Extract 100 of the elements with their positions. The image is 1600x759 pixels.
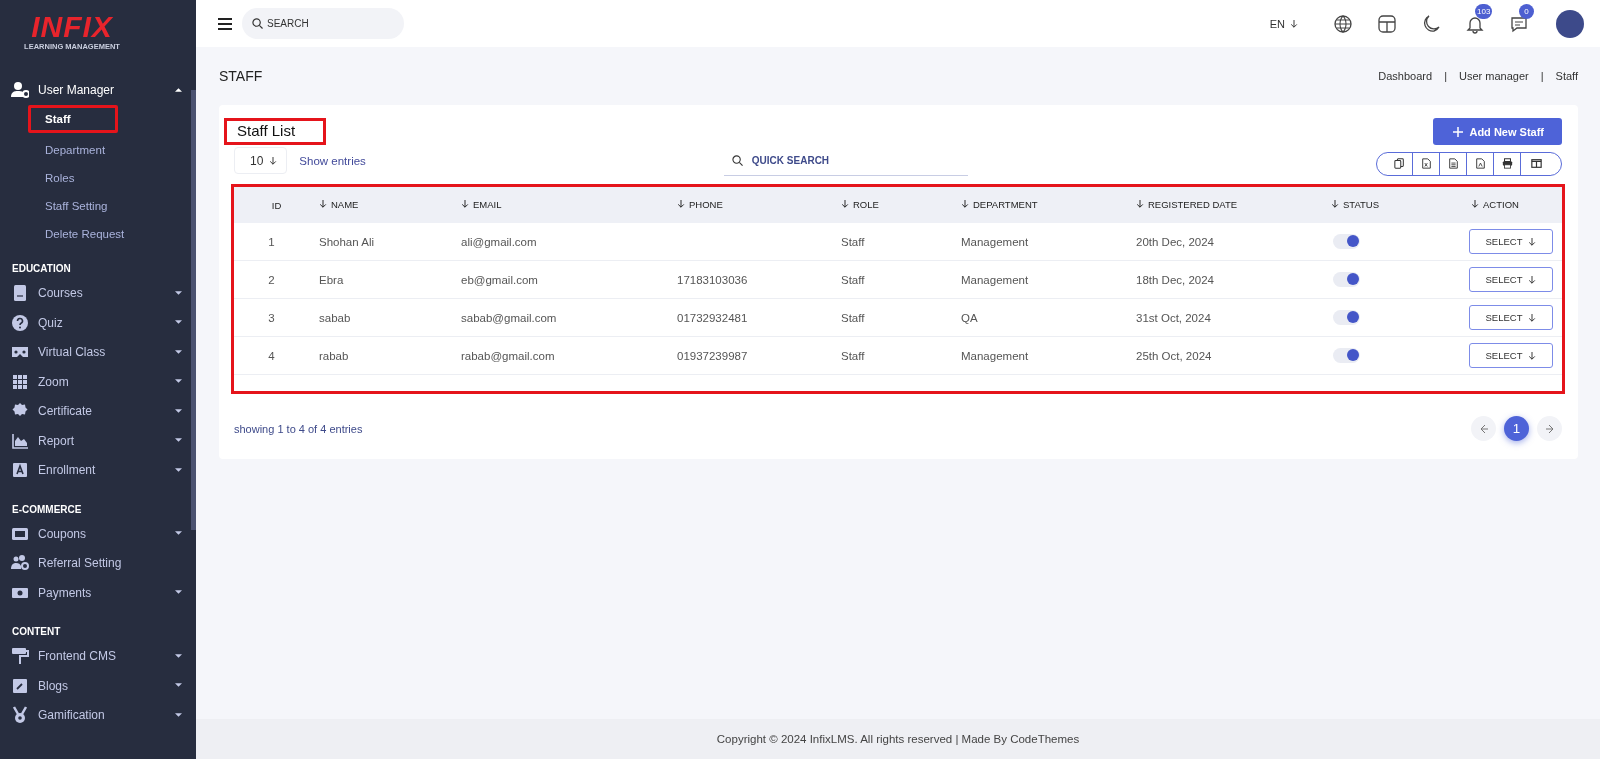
layout-icon	[1377, 13, 1397, 34]
sidebar-subitem[interactable]: Delete Request	[28, 216, 142, 245]
sidebar-item[interactable]: Frontend CMS	[38, 649, 166, 664]
table-cell: 17183103036	[677, 273, 748, 286]
status-toggle[interactable]	[1333, 271, 1360, 287]
sort-arrow-icon	[461, 199, 469, 210]
table-cell: rabab@gmail.com	[461, 349, 555, 362]
table-cell: 18th Dec, 2024	[1136, 273, 1214, 286]
breadcrumb-separator: |	[1444, 70, 1447, 82]
table-cell: Staff	[841, 235, 865, 248]
sidebar-item[interactable]: Enrollment	[38, 463, 166, 478]
scrollbar[interactable]	[191, 90, 196, 530]
sidebar-item[interactable]: Certificate	[38, 404, 166, 419]
column-header[interactable]: DEPARTMENT	[973, 198, 1038, 210]
page-title: STAFF	[219, 68, 263, 84]
status-toggle[interactable]	[1333, 309, 1360, 325]
table-cell: 3	[268, 311, 275, 324]
arrow-down-icon	[1528, 312, 1537, 323]
sidebar-item[interactable]: Referral Setting	[38, 556, 182, 571]
entries-summary: showing 1 to 4 of 4 entries	[234, 422, 363, 435]
card-title: Staff List	[224, 118, 327, 145]
sidebar-item[interactable]: Report	[38, 433, 166, 448]
select-dropdown-button[interactable]: SELECT	[1469, 229, 1553, 254]
copy-icon	[1394, 158, 1405, 169]
sort-arrow-icon	[1331, 199, 1339, 210]
plus-icon	[1453, 126, 1464, 137]
column-header[interactable]: NAME	[331, 198, 359, 210]
arrow-down-icon	[1528, 236, 1537, 247]
table-cell: 1	[268, 235, 275, 248]
sidebar-item[interactable]: Courses	[38, 286, 166, 301]
table-cell: 4	[268, 349, 275, 362]
sidebar-item[interactable]: Coupons	[38, 526, 166, 541]
select-dropdown-button[interactable]: SELECT	[1469, 267, 1553, 292]
table-cell: Management	[961, 273, 1029, 286]
status-toggle[interactable]	[1333, 233, 1360, 249]
text-file-icon	[1447, 158, 1459, 169]
sidebar-item[interactable]: Gamification	[38, 708, 166, 723]
medal-icon	[11, 706, 29, 725]
column-header[interactable]: PHONE	[689, 198, 723, 210]
breadcrumb-separator: |	[1540, 70, 1544, 82]
sidebar-subitem[interactable]: Staff Setting	[28, 188, 125, 217]
table-cell: 31st Oct, 2024	[1136, 311, 1211, 324]
sort-arrow-icon	[841, 199, 849, 210]
spreadsheet-file-icon	[1420, 158, 1432, 169]
letter-icon	[11, 461, 29, 480]
breadcrumb-link[interactable]: Staff	[1555, 70, 1578, 82]
section-heading: E-COMMERCE	[11, 502, 83, 517]
sidebar-item[interactable]: Payments	[38, 585, 166, 600]
table-cell: Staff	[841, 311, 865, 324]
page-button[interactable]: 1	[1504, 416, 1529, 441]
avatar[interactable]	[1556, 9, 1584, 38]
table-cell: 2	[268, 273, 275, 286]
sidebar-subitem[interactable]: Staff	[28, 104, 118, 133]
column-header[interactable]: ID	[271, 199, 282, 211]
table-cell: 01732932481	[677, 311, 748, 324]
table-cell: Management	[961, 349, 1029, 362]
table-cell: Staff	[841, 273, 865, 286]
column-header[interactable]: ACTION	[1483, 198, 1519, 210]
message-badge: 0	[1519, 3, 1534, 19]
select-dropdown-button[interactable]: SELECT	[1469, 305, 1553, 330]
globe-icon	[1333, 13, 1353, 34]
copy-button[interactable]	[1387, 152, 1413, 175]
table-cell: 20th Dec, 2024	[1136, 235, 1214, 248]
copyright-text: Copyright © 2024 InfixLMS. All rights reserved | Made By CodeThemes	[716, 733, 1080, 745]
book-icon	[11, 284, 29, 303]
select-dropdown-button[interactable]: SELECT	[1469, 343, 1553, 368]
page-size-select[interactable]: 10	[234, 147, 288, 174]
sidebar-item[interactable]: Blogs	[38, 678, 166, 693]
chevron-left-icon	[1478, 423, 1489, 434]
breadcrumb-link[interactable]: Dashboard	[1378, 70, 1433, 82]
sidebar-subitem[interactable]: Department	[28, 132, 123, 161]
sort-arrow-icon	[961, 199, 969, 210]
search-field[interactable]: SEARCH	[242, 8, 404, 39]
column-header[interactable]: ROLE	[853, 198, 879, 210]
table-cell: Management	[961, 235, 1029, 248]
sidebar-item[interactable]: Zoom	[38, 374, 166, 389]
users-gear-icon	[11, 554, 29, 573]
chevron-right-icon	[1544, 423, 1555, 434]
column-header[interactable]: STATUS	[1343, 198, 1380, 210]
add-staff-button[interactable]: Add New Staff	[1433, 118, 1562, 145]
columns-icon	[1530, 158, 1542, 169]
table-cell: sabab@gmail.com	[461, 311, 557, 324]
language-selector[interactable]: EN	[1269, 17, 1285, 30]
status-toggle[interactable]	[1333, 347, 1360, 363]
table-cell: QA	[961, 311, 978, 324]
sidebar-item[interactable]: Quiz	[38, 315, 166, 330]
arrow-down-icon	[1528, 350, 1537, 361]
logo-wordmark: INFIX	[31, 12, 113, 42]
user-gear-icon	[11, 80, 29, 99]
column-header[interactable]: EMAIL	[473, 198, 502, 210]
menu-icon	[218, 17, 232, 30]
table-cell: ali@gmail.com	[461, 235, 537, 248]
sidebar-item[interactable]: User Manager	[38, 82, 166, 97]
sidebar-item[interactable]: Virtual Class	[38, 345, 166, 360]
document-icon	[1474, 158, 1486, 169]
column-header[interactable]: REGISTERED DATE	[1148, 198, 1238, 210]
sidebar-subitem[interactable]: Roles	[28, 160, 92, 189]
breadcrumb-link[interactable]: User manager	[1459, 70, 1529, 82]
sort-arrow-icon	[1136, 199, 1144, 210]
sort-arrow-icon	[319, 199, 327, 210]
